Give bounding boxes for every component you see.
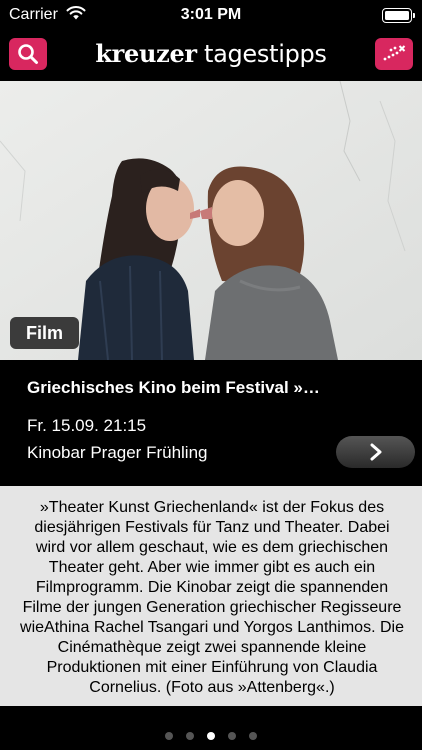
event-datetime: Fr. 15.09. 21:15 [27,416,147,435]
app-logo: kreuzer tagestipps [0,38,422,69]
page-dot[interactable] [186,731,194,740]
battery-icon [382,8,415,23]
chevron-right-icon [370,443,381,461]
clock: 3:01 PM [180,6,242,23]
description-panel[interactable]: »Theater Kunst Griechenland« ist der Fok… [0,486,422,706]
logo-sub: tagestipps [203,40,327,68]
detail-button[interactable] [336,436,415,468]
event-description: »Theater Kunst Griechenland« ist der Fok… [20,499,404,696]
page-dot[interactable] [228,731,236,740]
category-badge: Film [10,317,80,349]
dots-menu-icon [383,45,406,61]
logo-brand: kreuzer [95,39,197,68]
nav-bar: kreuzer tagestipps [0,32,422,80]
event-title: Griechisches Kino beim Festival »… [27,378,320,397]
page-dot[interactable] [165,731,173,740]
event-venue: Kinobar Prager Frühling [27,443,208,462]
menu-button[interactable] [375,38,413,70]
page-indicator[interactable] [0,721,422,750]
status-bar: Carrier 3:01 PM [0,0,422,32]
page-dot-active[interactable] [207,731,215,740]
page-dot[interactable] [249,731,257,740]
event-image[interactable]: Film [0,81,422,360]
event-info: Griechisches Kino beim Festival »… Fr. 1… [0,360,422,486]
